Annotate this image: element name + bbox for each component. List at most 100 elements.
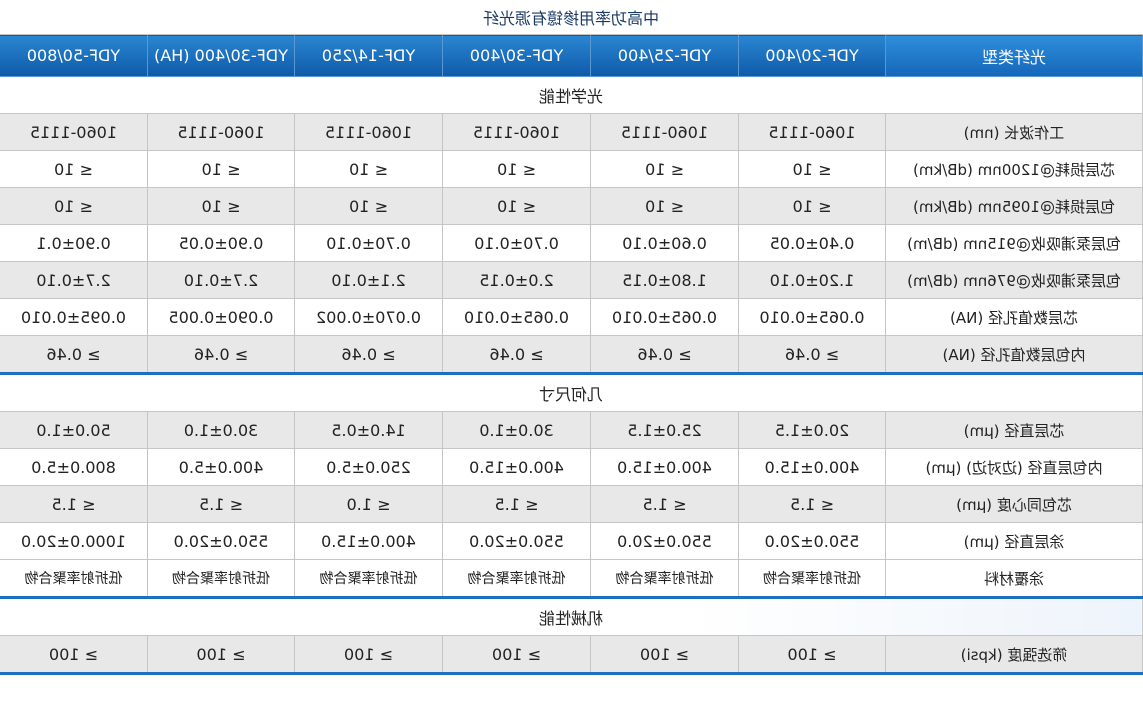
value-cell: 1000.0±20.0: [0, 522, 148, 560]
value-cell: ≤ 10: [147, 150, 295, 188]
value-cell: ≤ 10: [442, 187, 591, 225]
row-label: 工作波长 (nm): [885, 113, 1143, 151]
value-cell: 0.70±0.10: [442, 224, 591, 262]
value-cell: 400.0±5.0: [147, 448, 295, 486]
value-cell: ≤ 10: [294, 150, 443, 188]
value-cell: ≤ 10: [738, 187, 886, 225]
table-row: 芯层损耗@1200nm (dB/km) ≤ 10 ≤ 10 ≤ 10 ≤ 10 ≤ 10 ≤…: [0, 150, 1143, 188]
table-title-row: 中高功率用掺镱有源光纤: [0, 0, 1143, 35]
section-header-row: 机械性能: [0, 597, 1143, 636]
header-label-cell: 光纤类型: [885, 34, 1143, 77]
mirrored-table-view: 中高功率用掺镱有源光纤 光纤类型 YDF-20/400 YDF-25/400 YDF-3…: [0, 0, 1143, 723]
value-cell: ≥ 100: [738, 635, 886, 674]
value-cell: ≥ 0.46: [738, 335, 886, 374]
table-title: 中高功率用掺镱有源光纤: [0, 0, 1143, 35]
value-cell: 0.70±0.10: [294, 224, 443, 262]
value-cell: 20.0±1.5: [738, 411, 886, 449]
value-cell: ≤ 10: [738, 150, 886, 188]
value-cell: ≥ 100: [0, 635, 148, 674]
row-label: 芯层数值孔径 (NA): [885, 298, 1143, 336]
row-label: 包层泵浦吸收@915nm (dB/m): [885, 224, 1143, 262]
value-cell: 低折射率聚合物: [738, 559, 886, 598]
row-label: 包层泵浦吸收@976nm (dB/m): [885, 261, 1143, 299]
value-cell: ≥ 100: [294, 635, 443, 674]
table-row: 包层泵浦吸收@976nm (dB/m) 1.20±0.10 1.80±0.15 2.0…: [0, 261, 1143, 299]
table-row: 工作波长 (nm) 1060-1115 1060-1115 1060-1115 1060…: [0, 113, 1143, 151]
value-cell: ≤ 1.5: [738, 485, 886, 523]
value-cell: 0.90±0.05: [147, 224, 295, 262]
value-cell: ≤ 1.5: [147, 485, 295, 523]
row-label: 芯层直径 (μm): [885, 411, 1143, 449]
value-cell: 1.80±0.15: [590, 261, 739, 299]
value-cell: 1060-1115: [0, 113, 148, 151]
table-row: 芯层数值孔径 (NA) 0.065±0.010 0.065±0.010 0.065±0…: [0, 298, 1143, 336]
table-row: 芯层直径 (μm) 20.0±1.5 25.0±1.5 30.0±1.0 14.0±0.…: [0, 411, 1143, 449]
value-cell: 0.065±0.010: [442, 298, 591, 336]
value-cell: ≥ 0.46: [0, 335, 148, 374]
value-cell: ≥ 0.46: [147, 335, 295, 374]
value-cell: 2.7±0.10: [0, 261, 148, 299]
section-header-row: 光学性能: [0, 76, 1143, 114]
value-cell: ≤ 10: [0, 150, 148, 188]
header-model-cell: YDF-30/400 (HA): [147, 34, 295, 77]
value-cell: 14.0±0.5: [294, 411, 443, 449]
value-cell: 2.1±0.10: [294, 261, 443, 299]
header-model-cell: YDF-14/250: [294, 34, 443, 77]
value-cell: 25.0±1.5: [590, 411, 739, 449]
row-label: 涂覆材料: [885, 559, 1143, 598]
value-cell: 1060-1115: [442, 113, 591, 151]
value-cell: ≥ 0.46: [590, 335, 739, 374]
value-cell: ≤ 1.5: [442, 485, 591, 523]
value-cell: 1060-1115: [590, 113, 739, 151]
value-cell: ≤ 1.5: [590, 485, 739, 523]
value-cell: ≥ 100: [590, 635, 739, 674]
value-cell: 0.095±0.010: [0, 298, 148, 336]
header-model-cell: YDF-50/800: [0, 34, 148, 77]
value-cell: 0.60±0.10: [590, 224, 739, 262]
table-row: 筛选强度 (kpsi) ≥ 100 ≥ 100 ≥ 100 ≥ 100 ≥ 100 ≥ 10…: [0, 635, 1143, 674]
value-cell: 1060-1115: [147, 113, 295, 151]
row-label: 内包层直径 (边对边) (μm): [885, 448, 1143, 486]
row-label: 涂层直径 (μm): [885, 522, 1143, 560]
header-model-cell: YDF-25/400: [590, 34, 739, 77]
table-row: 包层损耗@1095nm (dB/km) ≤ 10 ≤ 10 ≤ 10 ≤ 10 ≤ 10 ≤…: [0, 187, 1143, 225]
value-cell: 低折射率聚合物: [590, 559, 739, 598]
table-row: 内包层直径 (边对边) (μm) 400.0±15.0 400.0±15.0 400.…: [0, 448, 1143, 486]
value-cell: 0.070±0.002: [294, 298, 443, 336]
value-cell: 低折射率聚合物: [442, 559, 591, 598]
value-cell: 400.0±15.0: [738, 448, 886, 486]
value-cell: ≤ 10: [442, 150, 591, 188]
row-label: 筛选强度 (kpsi): [885, 635, 1143, 674]
table-row: 包层泵浦吸收@915nm (dB/m) 0.40±0.05 0.60±0.10 0.7…: [0, 224, 1143, 262]
value-cell: 400.0±15.0: [294, 522, 443, 560]
value-cell: 30.0±1.0: [442, 411, 591, 449]
value-cell: 0.40±0.05: [738, 224, 886, 262]
value-cell: ≤ 1.0: [294, 485, 443, 523]
spec-table: 中高功率用掺镱有源光纤 光纤类型 YDF-20/400 YDF-25/400 YDF-3…: [0, 0, 1143, 675]
value-cell: 400.0±15.0: [590, 448, 739, 486]
spec-table-body: 中高功率用掺镱有源光纤 光纤类型 YDF-20/400 YDF-25/400 YDF-3…: [0, 0, 1143, 674]
value-cell: ≥ 0.46: [294, 335, 443, 374]
value-cell: 0.065±0.010: [738, 298, 886, 336]
value-cell: 2.7±0.10: [147, 261, 295, 299]
row-label: 内包层数值孔径 (NA): [885, 335, 1143, 374]
value-cell: ≥ 100: [442, 635, 591, 674]
value-cell: ≥ 0.46: [442, 335, 591, 374]
value-cell: ≤ 10: [147, 187, 295, 225]
value-cell: ≥ 100: [147, 635, 295, 674]
value-cell: 550.0±20.0: [442, 522, 591, 560]
value-cell: 550.0±20.0: [590, 522, 739, 560]
value-cell: 400.0±15.0: [442, 448, 591, 486]
value-cell: ≤ 10: [590, 150, 739, 188]
value-cell: 0.90±0.1: [0, 224, 148, 262]
value-cell: ≤ 10: [590, 187, 739, 225]
header-row: 光纤类型 YDF-20/400 YDF-25/400 YDF-30/400 YDF-14…: [0, 34, 1143, 77]
section-title: 几何尺寸: [0, 373, 1143, 412]
value-cell: 低折射率聚合物: [294, 559, 443, 598]
table-row: 内包层数值孔径 (NA) ≥ 0.46 ≥ 0.46 ≥ 0.46 ≥ 0.46 ≥ 0.…: [0, 335, 1143, 374]
value-cell: 1060-1115: [294, 113, 443, 151]
value-cell: 低折射率聚合物: [0, 559, 148, 598]
section-header-row: 几何尺寸: [0, 373, 1143, 412]
value-cell: 550.0±20.0: [147, 522, 295, 560]
section-title: 光学性能: [0, 76, 1143, 114]
